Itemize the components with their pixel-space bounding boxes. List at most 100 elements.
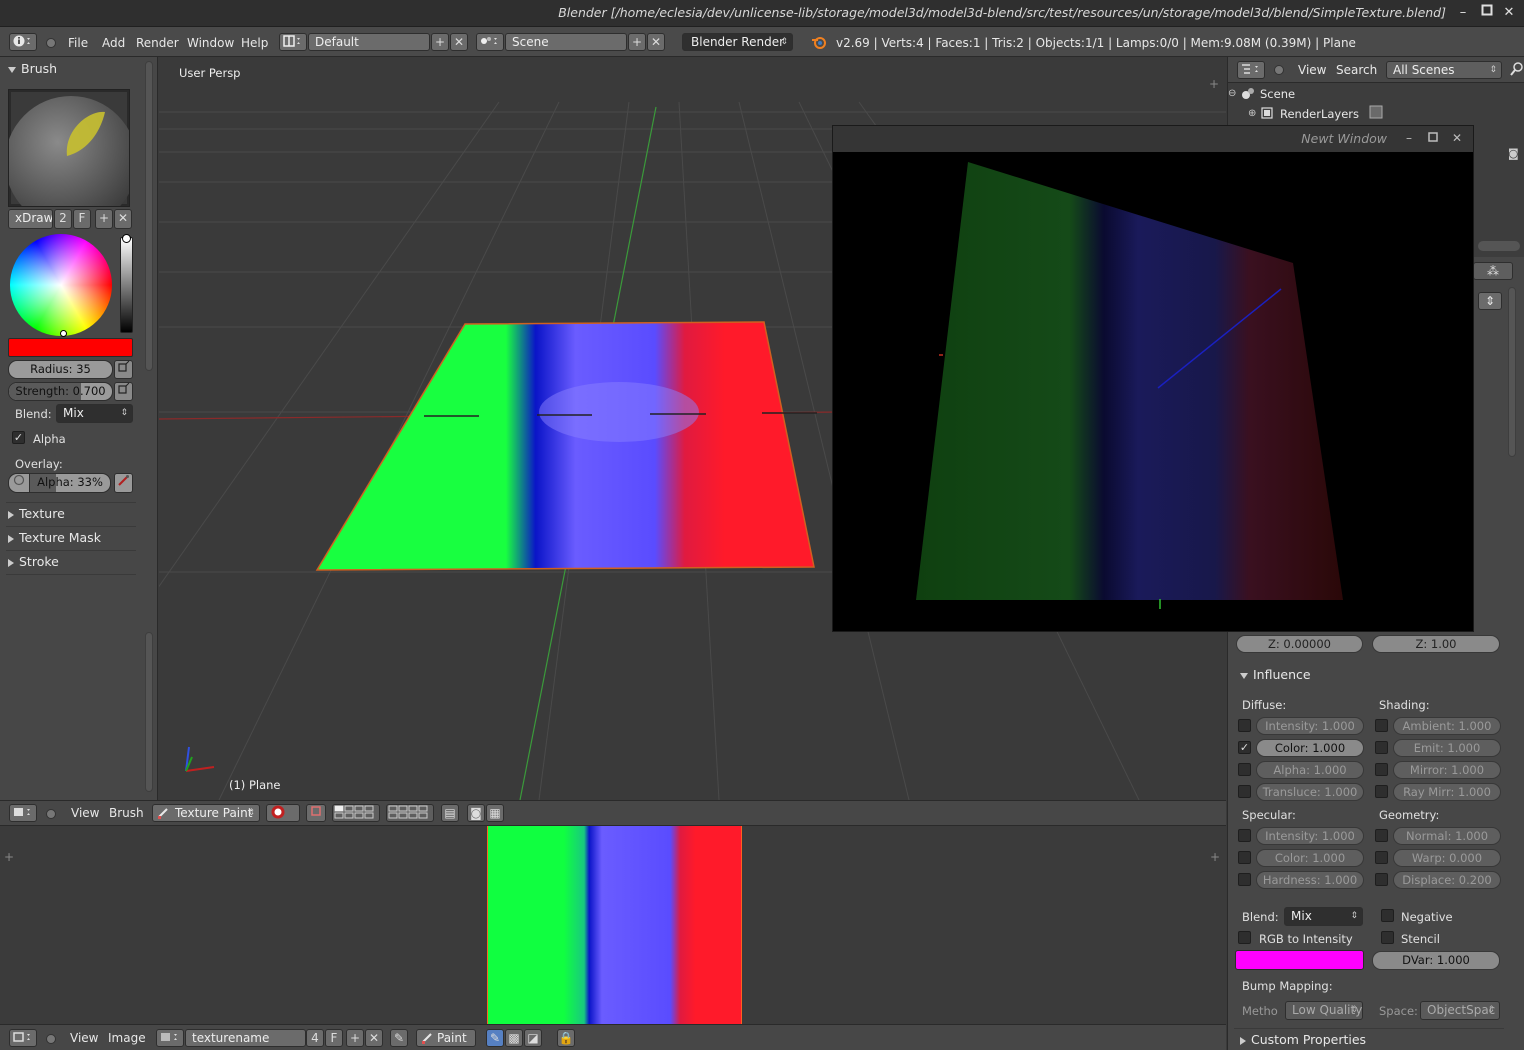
newt-window[interactable]: Newt Window – ✕ [832, 125, 1474, 632]
checker-icon[interactable]: ▩ [505, 1029, 523, 1047]
value-slider[interactable] [120, 234, 133, 333]
outliner-scrollbar[interactable] [1478, 241, 1520, 251]
expand-renderlayers-icon[interactable]: ⊕ [1248, 108, 1256, 119]
newt-close-icon[interactable]: ✕ [1449, 130, 1465, 146]
pivot-icon[interactable] [306, 804, 326, 822]
screen-layout-icon[interactable] [279, 33, 307, 51]
image-name-field[interactable]: texturename [185, 1029, 306, 1047]
diffuse-checkbox[interactable]: ✓ [1238, 741, 1251, 754]
brush-fake-user-button[interactable]: F [73, 209, 91, 229]
layer-buttons-2[interactable] [386, 804, 434, 822]
overlay-alpha-slider[interactable]: Alpha: 33% [29, 473, 111, 493]
specular-value-field[interactable]: Intensity: 1.000 [1256, 827, 1364, 845]
blend-dropdown[interactable]: Mix ⇕ [56, 404, 133, 423]
newt-titlebar[interactable]: Newt Window – ✕ [833, 126, 1473, 152]
specular-checkbox[interactable] [1238, 829, 1251, 842]
scene-icon[interactable] [476, 33, 504, 51]
menu-view[interactable]: View [71, 806, 99, 820]
custom-properties-panel-header[interactable]: Custom Properties [1240, 1032, 1366, 1047]
properties-scrollbar[interactable] [1508, 287, 1516, 457]
geometry-value-field[interactable]: Warp: 0.000 [1393, 849, 1501, 867]
diffuse-value-field[interactable]: Alpha: 1.000 [1256, 761, 1364, 779]
viewport-shading-dropdown[interactable] [266, 804, 300, 822]
stroke-panel-header[interactable]: Stroke [8, 554, 59, 569]
bump-method-dropdown[interactable]: Low Quality ⇕ [1285, 1001, 1363, 1020]
image-mode-dropdown[interactable]: Paint [416, 1029, 476, 1047]
image-browse-icon[interactable] [156, 1029, 184, 1047]
expand-scene-icon[interactable]: ⊖ [1228, 88, 1236, 99]
painted-plane[interactable] [315, 321, 815, 571]
uv-image-editor[interactable]: + + [0, 826, 1226, 1024]
newt-maximize-icon[interactable] [1425, 130, 1441, 146]
image-fake-user-button[interactable]: F [325, 1029, 343, 1047]
value-slider-handle[interactable] [122, 234, 131, 243]
collapse-menu-icon[interactable] [1274, 65, 1284, 75]
texture-mask-panel-header[interactable]: Texture Mask [8, 530, 101, 545]
scene-tree-item[interactable]: Scene [1260, 87, 1295, 101]
negative-checkbox[interactable] [1381, 909, 1394, 922]
menu-window[interactable]: Window [187, 36, 234, 50]
menu-add[interactable]: Add [102, 36, 125, 50]
tool-shelf-scrollbar-upper[interactable] [145, 61, 153, 371]
remove-scene-icon[interactable]: ✕ [647, 33, 665, 51]
mode-dropdown[interactable]: Texture Paint ⇕ [152, 804, 260, 822]
overlay-toggle-icon[interactable] [8, 473, 30, 493]
radius-pressure-icon[interactable] [114, 360, 133, 379]
diffuse-value-field[interactable]: Intensity: 1.000 [1256, 717, 1364, 735]
color-wheel[interactable] [10, 234, 112, 337]
menu-view[interactable]: View [1298, 63, 1326, 77]
shading-checkbox[interactable] [1375, 763, 1388, 776]
draw-tool-icon[interactable]: ✎ [486, 1029, 504, 1047]
geometry-value-field[interactable]: Displace: 0.200 [1393, 871, 1501, 889]
strength-slider[interactable]: Strength: 0.700 [8, 382, 113, 401]
diffuse-checkbox[interactable] [1238, 785, 1251, 798]
properties-context-icons[interactable]: ⁂ [1473, 262, 1513, 280]
editor-type-3dview-icon[interactable] [9, 804, 37, 822]
render-anim-icon[interactable]: ▦ [486, 804, 504, 822]
renderlayer-restrict-icon[interactable] [1368, 104, 1384, 123]
texture-color-swatch[interactable] [1235, 950, 1364, 970]
geometry-value-field[interactable]: Normal: 1.000 [1393, 827, 1501, 845]
geometry-checkbox[interactable] [1375, 873, 1388, 886]
dvar-field[interactable]: DVar: 1.000 [1372, 951, 1500, 970]
screen-layout-field[interactable]: Default [308, 33, 430, 51]
remove-screen-icon[interactable]: ✕ [450, 33, 468, 51]
tool-shelf-scrollbar-lower[interactable] [145, 632, 153, 792]
add-brush-button[interactable]: + [95, 209, 113, 229]
specular-checkbox[interactable] [1238, 873, 1251, 886]
texture-blend-dropdown[interactable]: Mix ⇕ [1284, 907, 1363, 926]
collapse-menu-icon[interactable] [46, 1034, 56, 1044]
unlink-brush-button[interactable]: ✕ [114, 209, 132, 229]
add-scene-icon[interactable]: + [628, 33, 646, 51]
rgb-to-intensity-checkbox[interactable] [1238, 931, 1251, 944]
collapse-menu-icon[interactable] [46, 809, 56, 819]
newt-minimize-icon[interactable]: – [1401, 130, 1417, 146]
diffuse-value-field[interactable]: Color: 1.000 [1256, 739, 1364, 757]
menu-brush[interactable]: Brush [109, 806, 144, 820]
shading-checkbox[interactable] [1375, 741, 1388, 754]
add-screen-icon[interactable]: + [431, 33, 449, 51]
menu-view[interactable]: View [70, 1031, 98, 1045]
brush-users-count[interactable]: 2 [54, 209, 72, 229]
offset-z-field[interactable]: Z: 0.00000 [1236, 635, 1363, 653]
alpha-icon[interactable]: ◪ [524, 1029, 542, 1047]
specular-value-field[interactable]: Hardness: 1.000 [1256, 871, 1364, 889]
render-engine-dropdown[interactable]: Blender Render ⇕ [682, 33, 793, 51]
shading-value-field[interactable]: Ambient: 1.000 [1393, 717, 1501, 735]
area-split-plus-icon[interactable]: + [1210, 850, 1220, 864]
brush-name-field[interactable]: xDraw [8, 209, 53, 229]
radius-slider[interactable]: Radius: 35 [8, 360, 113, 379]
search-icon[interactable] [1510, 61, 1524, 80]
menu-render[interactable]: Render [136, 36, 179, 50]
minimize-icon[interactable]: – [1454, 4, 1472, 22]
image-users-count[interactable]: 4 [306, 1029, 324, 1047]
brush-preview[interactable] [5, 89, 137, 228]
diffuse-checkbox[interactable] [1238, 763, 1251, 776]
area-split-plus-icon[interactable]: + [1209, 77, 1219, 91]
shading-value-field[interactable]: Emit: 1.000 [1393, 739, 1501, 757]
outliner-filter-dropdown[interactable]: All Scenes ⇕ [1386, 61, 1502, 79]
menu-help[interactable]: Help [241, 36, 268, 50]
specular-value-field[interactable]: Color: 1.000 [1256, 849, 1364, 867]
bump-space-dropdown[interactable]: ObjectSpac ⇕ [1420, 1001, 1500, 1020]
diffuse-checkbox[interactable] [1238, 719, 1251, 732]
